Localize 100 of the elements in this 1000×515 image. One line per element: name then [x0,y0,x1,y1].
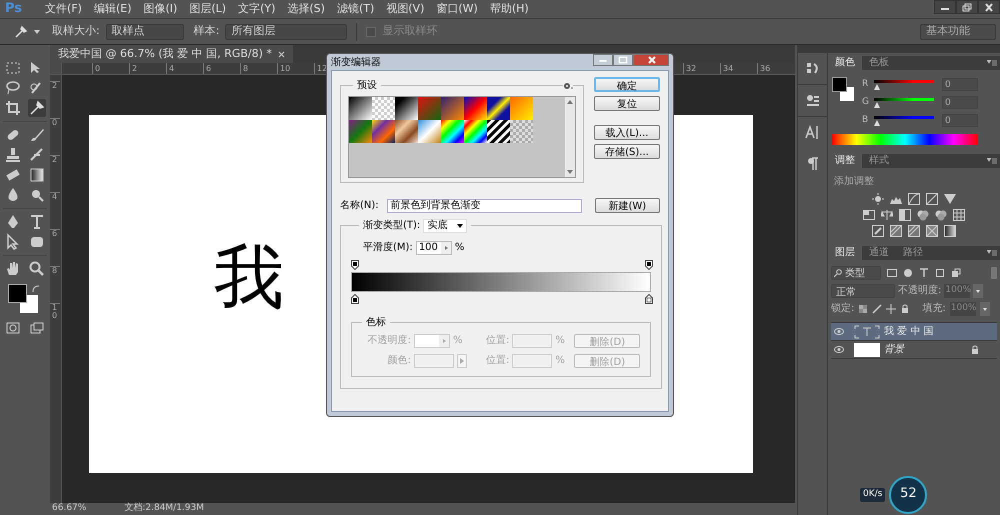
dialog-button[interactable]: 复位 [594,96,660,111]
panel-tab[interactable]: 图层 [828,246,862,260]
minimize-button[interactable] [934,0,956,14]
brightness-icon[interactable] [872,193,884,205]
channel-slider[interactable] [874,96,934,108]
menu-item[interactable]: 编辑(E) [88,0,138,18]
eyedropper-icon[interactable] [14,24,28,38]
close-icon[interactable] [278,50,285,58]
crop-icon[interactable] [4,99,22,117]
layer-row[interactable]: 我 爱 中 国 [831,323,997,341]
menu-item[interactable]: 选择(S) [281,0,331,18]
menu-item[interactable]: 图像(I) [138,0,184,18]
sample-size-dropdown[interactable]: 取样点 [106,24,184,40]
menu-item[interactable]: 文件(F) [39,0,88,18]
diagonal-icon[interactable] [890,225,902,237]
dialog-button[interactable]: 确定 [594,77,660,92]
opacity-stop-icon[interactable] [351,260,359,270]
zoom-icon[interactable] [28,260,46,278]
type-filter-icon[interactable] [919,268,929,278]
character-icon[interactable] [805,125,820,140]
diagonal-icon[interactable] [908,225,920,237]
panel-tab[interactable]: 调整 [828,154,862,168]
maximize-button[interactable] [613,54,633,66]
color-spectrum[interactable] [832,134,978,145]
image-filter-icon[interactable] [887,268,897,278]
opacity-stop-icon[interactable] [645,260,653,270]
stamp-icon[interactable] [4,146,22,164]
layer-row[interactable]: 背景 [831,341,997,359]
sample-dropdown[interactable]: 所有图层 [225,24,348,40]
eye-icon[interactable] [834,346,844,353]
filter-dropdown[interactable]: 类型 [831,266,881,280]
table-icon[interactable] [953,209,965,221]
type-icon[interactable] [28,213,46,231]
gradient-icon[interactable] [944,225,956,237]
restore-button[interactable] [956,0,978,14]
properties-icon[interactable] [805,93,820,108]
curves-icon[interactable] [908,193,920,205]
panel-tab[interactable]: 颜色 [828,56,862,70]
show-ring-checkbox[interactable] [366,26,376,36]
blend-mode-dropdown[interactable]: 正常 [831,284,895,298]
menu-item[interactable]: 窗口(W) [430,0,484,18]
workspace-dropdown[interactable]: 基本功能 [920,24,996,40]
scrollbar[interactable] [565,97,575,177]
name-field[interactable]: 前景色到背景色渐变 [386,198,582,212]
gradient-type-dropdown[interactable]: 实底 [423,218,468,232]
triangle-icon[interactable] [944,193,956,205]
color-stop-icon[interactable] [645,294,653,304]
scroll-up-icon[interactable] [567,100,573,104]
channel-value-field[interactable]: 0 [942,114,978,127]
quick-mask-icon[interactable] [6,322,20,334]
channel-value-field[interactable]: 0 [942,78,978,91]
screen-mode-icon[interactable] [30,322,44,334]
brush-icon[interactable] [28,126,46,144]
color-stop-icon[interactable] [351,294,359,304]
menu-item[interactable]: 帮助(H) [484,0,535,18]
panel-tab[interactable]: 样式 [862,154,896,168]
eyedropper-icon[interactable] [28,99,46,117]
channel-slider[interactable] [874,78,934,90]
caret-icon[interactable] [457,224,464,228]
minimize-button[interactable] [593,54,613,66]
adjustment-filter-icon[interactable] [903,268,913,278]
color-swatches-icon[interactable] [8,284,38,313]
scroll-down-icon[interactable] [567,170,573,174]
gear-icon[interactable] [563,82,573,90]
new-button[interactable]: 新建(W) [594,198,660,213]
menu-item[interactable]: 图层(L) [183,0,232,18]
menu-item[interactable]: 滤镜(T) [330,0,380,18]
dialog-button[interactable]: 载入(L)... [594,125,660,140]
menu-item[interactable]: 文字(Y) [232,0,282,18]
color-swatches-icon[interactable] [832,77,854,101]
panel-menu-icon[interactable] [987,250,997,256]
paragraph-icon[interactable] [805,156,820,171]
panel-menu-icon[interactable] [987,60,997,66]
channel-slider[interactable] [874,114,934,126]
eye-icon[interactable] [834,328,844,335]
history-icon[interactable] [805,61,820,76]
panel-menu-icon[interactable] [987,158,997,164]
circles-icon[interactable] [935,209,947,221]
close-button[interactable] [978,0,1000,14]
brush-icon[interactable] [872,304,882,314]
move-arrows-icon[interactable] [886,304,896,314]
gradient-icon[interactable] [28,166,46,184]
lasso-icon[interactable] [4,79,22,97]
channel-value-field[interactable]: 0 [942,96,978,109]
shape-filter-icon[interactable] [935,268,945,278]
grid-icon[interactable] [863,209,875,221]
half-square-icon[interactable] [899,209,911,221]
menu-item[interactable]: 视图(V) [380,0,430,18]
filter-toggle[interactable] [991,267,997,279]
panel-tab[interactable]: 色板 [862,56,896,70]
lock-icon[interactable] [900,304,910,314]
panel-tab[interactable]: 通道 [862,246,896,260]
panel-tab[interactable]: 路径 [896,246,930,260]
square-icon[interactable] [872,225,884,237]
smart-object-filter-icon[interactable] [951,268,961,278]
exposure-icon[interactable] [926,193,938,205]
circles-icon[interactable] [917,209,929,221]
lock-transparency-icon[interactable] [858,304,868,314]
close-button[interactable] [633,54,669,66]
dialog-button[interactable]: 存储(S)... [594,144,660,159]
